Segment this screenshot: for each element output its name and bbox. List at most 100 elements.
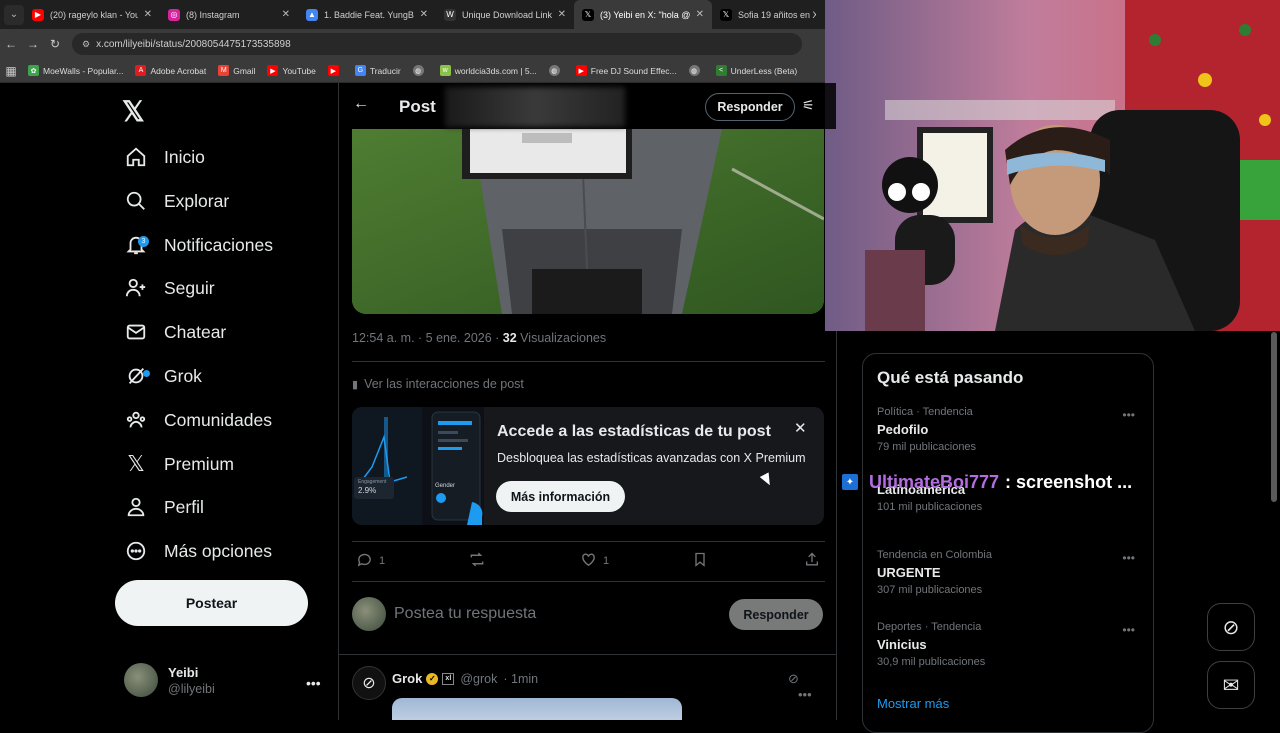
sidebar-item-label: Explorar [164, 190, 230, 211]
more-info-button[interactable]: Más información [496, 481, 625, 512]
apps-grid-icon[interactable]: ▦ [0, 64, 22, 78]
sidebar-item-perfil[interactable]: Perfil [124, 487, 204, 527]
more-icon[interactable]: ••• [1122, 623, 1135, 637]
bookmark-dj[interactable]: ▶ Free DJ Sound Effec... [575, 65, 677, 76]
sidebar-item-grok[interactable]: Grok [124, 356, 202, 396]
sliders-icon[interactable]: ⚟ [802, 97, 815, 114]
grok-icon[interactable]: ⊘ [788, 671, 799, 686]
chat-badge-icon: ✦ [842, 474, 858, 490]
bookmark-globe-3[interactable]: ◍ [688, 65, 704, 76]
show-more-link[interactable]: Mostrar más [877, 696, 949, 711]
bookmark-label: Adobe Acrobat [150, 65, 207, 76]
reply-tweet[interactable]: ⊘ Grok ✓ xl @grok · 1min ⊘ ••• [352, 666, 824, 720]
bookmark-globe-2[interactable]: ◍ [548, 65, 564, 76]
site-favicon-icon: W [444, 8, 456, 21]
sidebar-item-premium[interactable]: 𝕏 Premium [124, 444, 234, 484]
bookmark-gmail[interactable]: M Gmail [218, 65, 255, 76]
account-switcher[interactable]: Yeibi @lilyeibi [124, 663, 215, 697]
bookmark-label: UnderLess (Beta) [730, 65, 798, 76]
messages-fab-button[interactable]: ✉ [1207, 661, 1255, 709]
tab-instagram[interactable]: ◎ (8) Instagram ✕ [160, 0, 298, 29]
site-info-icon[interactable]: ⚙ [82, 39, 90, 50]
avatar [352, 597, 386, 631]
more-icon[interactable]: ••• [1122, 551, 1135, 565]
reply-submit-button[interactable]: Responder [729, 599, 823, 630]
close-tab-icon[interactable]: ✕ [282, 9, 290, 20]
sidebar-item-chatear[interactable]: Chatear [124, 312, 226, 352]
reply-image[interactable] [392, 698, 682, 720]
reload-icon[interactable]: ↻ [44, 37, 66, 51]
close-icon[interactable]: ✕ [794, 419, 807, 437]
tab-sofia-x[interactable]: 𝕏 Sofia 19 añitos en X: " [712, 0, 824, 29]
youtube-icon: ▶ [575, 65, 587, 76]
back-icon[interactable]: ← [0, 37, 22, 51]
bookmark-action[interactable] [692, 551, 708, 571]
webcam-overlay [825, 0, 1280, 331]
sidebar-item-explorar[interactable]: Explorar [124, 181, 229, 221]
grok-avatar-icon: ⊘ [352, 666, 386, 700]
trend-item[interactable]: Tendencia en Colombia URGENTE 307 mil pu… [877, 549, 1141, 596]
share-action[interactable] [804, 551, 820, 571]
more-icon[interactable]: ••• [306, 675, 321, 691]
tab-search-icon[interactable]: ⌄ [4, 4, 24, 25]
reply-time: · 1min [503, 671, 539, 686]
more-icon[interactable]: ••• [798, 687, 812, 702]
tab-title: Sofia 19 añitos en X: " [738, 9, 816, 20]
bookmark-icon: ✿ [28, 65, 39, 76]
trend-count: 101 mil publicaciones [877, 501, 983, 513]
trend-item[interactable]: Deportes · Tendencia Vinicius 30,9 mil p… [877, 621, 1141, 668]
trend-name: Vinicius [877, 637, 927, 652]
url-field[interactable]: ⚙ x.com/lilyeibi/status/2008054475173535… [72, 33, 802, 55]
globe-icon: ◍ [548, 65, 560, 76]
bookmark-youtube[interactable]: ▶ YouTube [267, 65, 316, 76]
bookmark-underless[interactable]: < UnderLess (Beta) [715, 65, 798, 76]
sidebar-item-seguir[interactable]: Seguir [124, 268, 215, 308]
forward-icon[interactable]: → [22, 37, 44, 51]
page-scrollbar[interactable] [1271, 332, 1277, 502]
bookmark-worldcia[interactable]: w worldcia3ds.com | 5... [439, 65, 537, 76]
grok-fab-button[interactable]: ⊘ [1207, 603, 1255, 651]
post-interactions-link[interactable]: ▮ Ver las interacciones de post [352, 377, 524, 391]
bookmark-youtube-2[interactable]: ▶ [327, 65, 343, 76]
post-actions: 1 1 [352, 551, 824, 571]
more-icon[interactable]: ••• [1122, 408, 1135, 422]
url-text: x.com/lilyeibi/status/200805447517353589… [96, 38, 291, 50]
trend-category: Deportes · Tendencia [877, 621, 982, 633]
repost-action[interactable] [468, 551, 492, 571]
blurred-image-strip [445, 87, 625, 127]
close-tab-icon[interactable]: ✕ [558, 9, 566, 20]
tab-drive[interactable]: ▲ 1. Baddie Feat. YungBlack ✕ [298, 0, 436, 29]
more-circle-icon [124, 539, 148, 563]
sidebar-item-comunidades[interactable]: Comunidades [124, 400, 272, 440]
tab-youtube[interactable]: ▶ (20) rageylo klan - YouTub ✕ [24, 0, 160, 29]
x-icon: 𝕏 [127, 451, 145, 476]
close-tab-icon[interactable]: ✕ [420, 9, 428, 20]
close-tab-icon[interactable]: ✕ [696, 9, 704, 20]
reply-input[interactable]: Postea tu respuesta [394, 605, 536, 623]
close-tab-icon[interactable]: ✕ [144, 9, 152, 20]
sidebar-item-mas-opciones[interactable]: Más opciones [124, 531, 272, 571]
bookmark-moewalls[interactable]: ✿ MoeWalls - Popular... [28, 65, 123, 76]
bookmark-globe[interactable]: ◍ [412, 65, 428, 76]
share-icon [804, 551, 820, 571]
tab-download[interactable]: W Unique Download Link | W ✕ [436, 0, 574, 29]
reply-button[interactable]: Responder [705, 93, 795, 121]
chat-username: UltimateBoi777 [869, 471, 1000, 492]
tab-yeibi-x[interactable]: 𝕏 (3) Yeibi en X: "hola @gro ✕ [574, 0, 712, 29]
divider [339, 654, 836, 655]
bookmark-label: Traducir [369, 65, 401, 76]
trend-item[interactable]: Política · Tendencia Pedofilo 79 mil pub… [877, 406, 1141, 453]
like-action[interactable]: 1 [580, 551, 609, 571]
sidebar-item-inicio[interactable]: Inicio [124, 137, 205, 177]
x-logo-icon[interactable]: 𝕏 [122, 95, 145, 128]
back-arrow-icon[interactable]: ← [353, 95, 369, 113]
sidebar-item-notificaciones[interactable]: 3 Notificaciones [124, 225, 273, 265]
bookmark-acrobat[interactable]: A Adobe Acrobat [135, 65, 206, 76]
avatar [124, 663, 158, 697]
post-button[interactable]: Postear [115, 580, 308, 626]
bookmark-translate[interactable]: G Traducir [354, 65, 401, 76]
stream-chat-message: ✦ UltimateBoi777 : screenshot ... [842, 471, 1132, 493]
post-image[interactable] [352, 129, 824, 314]
reply-action[interactable]: 1 [356, 551, 385, 571]
bell-icon: 3 [124, 233, 149, 257]
